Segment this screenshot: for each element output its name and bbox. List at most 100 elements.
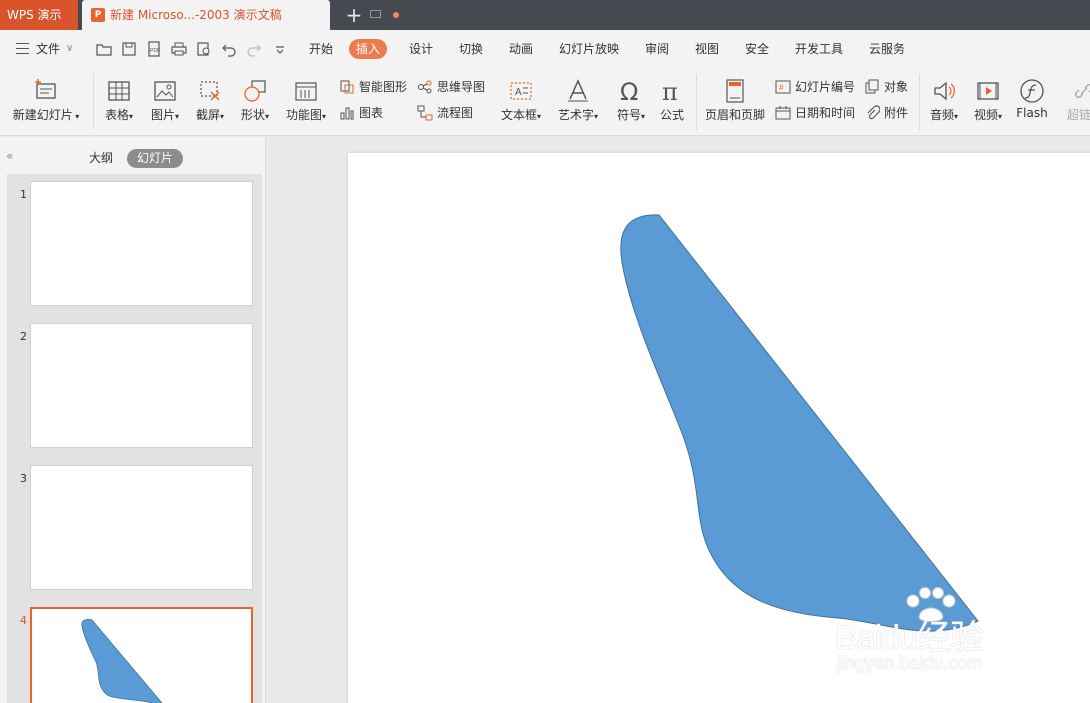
audio-button[interactable]: 音频▾ — [924, 68, 964, 136]
picture-button[interactable]: 图片▾ — [145, 68, 185, 136]
undo-icon[interactable] — [221, 41, 237, 57]
symbol-button[interactable]: Ω 符号▾ — [611, 68, 651, 136]
flash-label: Flash — [1016, 106, 1048, 120]
word-art-label: 艺术字▾ — [557, 108, 599, 122]
object-icon — [865, 79, 879, 94]
attachment-button[interactable]: 附件 — [864, 104, 914, 122]
new-slide-button[interactable]: 新建幻灯片 ▾ — [6, 68, 86, 136]
text-box-icon: A — [510, 82, 532, 100]
slide-number: 3 — [20, 472, 27, 485]
divider — [919, 74, 920, 130]
tab-outline[interactable]: 大纲 — [79, 149, 123, 168]
table-icon — [108, 81, 130, 101]
mind-map-icon — [418, 80, 432, 94]
unsaved-dot-icon[interactable] — [393, 12, 399, 18]
redo-icon[interactable] — [246, 41, 262, 57]
hamburger-icon[interactable] — [16, 43, 29, 54]
header-footer-button[interactable]: 页眉和页脚 — [702, 68, 768, 136]
slide-number: 4 — [20, 614, 27, 627]
screenshot-icon — [200, 81, 220, 101]
flash-button[interactable]: Flash — [1012, 68, 1052, 136]
word-art-button[interactable]: 艺术字▾ — [553, 68, 603, 136]
video-icon — [977, 82, 999, 100]
chart-button[interactable]: 图表 — [339, 104, 389, 122]
video-button[interactable]: 视频▾ — [968, 68, 1008, 136]
slide-thumbnail-4[interactable] — [30, 607, 253, 703]
formula-button[interactable]: π 公式 — [655, 68, 689, 136]
new-tab-button[interactable]: + — [343, 4, 365, 26]
collapse-panel-icon[interactable]: « — [6, 149, 13, 163]
paperclip-icon — [867, 105, 880, 120]
menu-animation[interactable]: 动画 — [502, 39, 540, 59]
table-button[interactable]: 表格▾ — [100, 68, 138, 136]
document-tab[interactable]: P 新建 Microso...-2003 演示文稿 — [82, 0, 399, 30]
hyperlink-button[interactable]: 超链 — [1064, 68, 1090, 136]
menu-insert[interactable]: 插入 — [349, 39, 388, 59]
menu-view[interactable]: 视图 — [688, 39, 726, 59]
pi-icon: π — [662, 78, 678, 104]
document-tab-title: 新建 Microso...-2003 演示文稿 — [110, 8, 282, 22]
symbol-label: 符号▾ — [616, 108, 646, 122]
menu-slideshow[interactable]: 幻灯片放映 — [552, 39, 626, 59]
app-tab[interactable]: WPS 演示 — [0, 0, 78, 30]
slide-thumbnail-2[interactable] — [30, 323, 253, 448]
menu-design[interactable]: 设计 — [402, 39, 440, 59]
slide-thumbnail-1[interactable] — [30, 181, 253, 306]
smart-art-button[interactable]: 智能图形 — [339, 78, 411, 96]
link-icon — [1075, 84, 1090, 98]
shape-button[interactable]: 形状▾ — [235, 68, 275, 136]
ribbon-insert: 新建幻灯片 ▾ 表格▾ 图片▾ 截屏▾ 形状▾ 功能图▾ 智能图形 图表 思维导… — [0, 68, 1090, 136]
video-label: 视频▾ — [973, 108, 1003, 122]
text-box-button[interactable]: A 文本框▾ — [496, 68, 546, 136]
screenshot-label: 截屏▾ — [195, 108, 225, 122]
omega-icon: Ω — [620, 78, 638, 104]
hyperlink-label: 超链 — [1067, 108, 1090, 122]
export-pdf-icon[interactable]: PDF — [146, 41, 162, 57]
divider — [696, 74, 697, 130]
menu-transition[interactable]: 切换 — [452, 39, 490, 59]
monitor-icon[interactable] — [370, 10, 381, 18]
menu-security[interactable]: 安全 — [738, 39, 776, 59]
tab-slides[interactable]: 幻灯片 — [127, 149, 184, 168]
slide-thumbnail-3[interactable] — [30, 465, 253, 590]
slide-thumbnail-list: 1 2 3 4 — [7, 174, 262, 703]
calendar-icon — [775, 106, 791, 120]
print-preview-icon[interactable] — [196, 41, 212, 57]
chart-icon — [340, 107, 354, 120]
picture-label: 图片▾ — [150, 108, 180, 122]
chevron-down-icon[interactable]: ∨ — [66, 40, 73, 58]
formula-label: 公式 — [659, 108, 684, 122]
picture-icon — [154, 81, 176, 101]
baidu-jingyan-watermark: Baidu经验 jingyan.baidu.com — [835, 585, 1035, 685]
watermark-brand: Baidu经验 — [835, 619, 984, 657]
open-folder-icon[interactable] — [96, 41, 112, 57]
thumbnail-freeform-shape — [81, 618, 163, 703]
slide-number-button[interactable]: # 幻灯片编号 — [775, 78, 859, 96]
menu-review[interactable]: 审阅 — [638, 39, 676, 59]
function-chart-label: 功能图▾ — [285, 108, 327, 122]
header-footer-icon — [726, 79, 744, 103]
mind-map-button[interactable]: 思维导图 — [417, 78, 489, 96]
shape-label: 形状▾ — [240, 108, 270, 122]
speaker-icon — [934, 81, 955, 101]
flowchart-button[interactable]: 流程图 — [417, 104, 477, 122]
divider — [93, 74, 94, 130]
smart-art-icon — [340, 80, 354, 94]
object-button[interactable]: 对象 — [864, 78, 914, 96]
screenshot-button[interactable]: 截屏▾ — [190, 68, 230, 136]
menu-start[interactable]: 开始 — [302, 39, 340, 59]
file-menu[interactable]: 文件 — [36, 30, 60, 68]
print-icon[interactable] — [171, 41, 187, 57]
menu-developer[interactable]: 开发工具 — [788, 39, 850, 59]
save-icon[interactable] — [121, 41, 137, 57]
new-slide-icon — [35, 79, 56, 99]
function-chart-button[interactable]: 功能图▾ — [281, 68, 331, 136]
slide-number-icon: # — [775, 80, 791, 94]
date-time-button[interactable]: 日期和时间 — [775, 104, 859, 122]
customize-toolbar-icon[interactable] — [272, 41, 288, 57]
word-art-icon — [568, 79, 588, 102]
table-label: 表格▾ — [104, 108, 134, 122]
menu-cloud-service[interactable]: 云服务 — [862, 39, 912, 59]
svg-text:A: A — [515, 87, 522, 98]
slide-panel: « 大纲 幻灯片 1 2 3 4 — [0, 137, 266, 703]
